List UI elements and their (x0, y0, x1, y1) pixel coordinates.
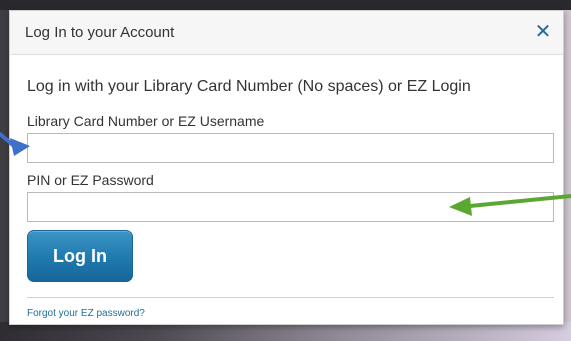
pin-input[interactable] (27, 192, 554, 222)
background-top-strip (0, 0, 571, 10)
modal-title: Log In to your Account (25, 24, 175, 41)
login-instructions: Log in with your Library Card Number (No… (27, 78, 471, 95)
forgot-password-link[interactable]: Forgot your EZ password? (27, 308, 145, 319)
modal-header: Log In to your Account ✕ (10, 11, 563, 55)
login-modal: Log In to your Account ✕ Log in with you… (9, 10, 564, 325)
card-number-label: Library Card Number or EZ Username (27, 113, 265, 129)
login-button[interactable]: Log In (27, 230, 133, 282)
divider (27, 297, 554, 298)
pin-label: PIN or EZ Password (27, 172, 154, 188)
close-icon[interactable]: ✕ (532, 20, 554, 44)
card-number-input[interactable] (27, 133, 554, 163)
